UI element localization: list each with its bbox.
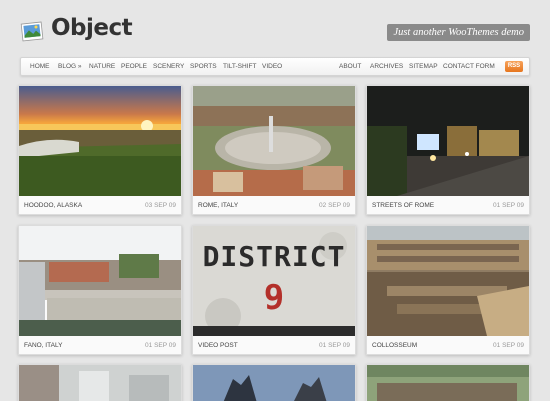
nav-blog[interactable]: BLOG »	[58, 58, 81, 75]
nav-home[interactable]: HOME	[30, 58, 50, 75]
nav-sports[interactable]: SPORTS	[190, 58, 217, 75]
post-meta: ROME, ITALY 02 SEP 09	[193, 197, 355, 215]
post-title[interactable]: ROME, ITALY	[198, 197, 238, 215]
post-meta: STREETS OF ROME 01 SEP 09	[367, 197, 529, 215]
post-thumbnail[interactable]: DISTRICT 9	[193, 226, 355, 336]
post-thumbnail[interactable]	[19, 365, 181, 401]
site-tagline: Just another WooThemes demo	[387, 24, 530, 41]
post-thumbnail[interactable]	[367, 365, 529, 401]
post-thumbnail[interactable]	[367, 86, 529, 196]
nav-scenery[interactable]: SCENERY	[153, 58, 184, 75]
post-meta: FANO, ITALY 01 SEP 09	[19, 337, 181, 355]
post-meta: COLLOSSEUM 01 SEP 09	[367, 337, 529, 355]
post-title[interactable]: COLLOSSEUM	[372, 337, 417, 355]
post-title[interactable]: HOODOO, ALASKA	[24, 197, 82, 215]
nav-contact-form[interactable]: CONTACT FORM	[443, 58, 495, 75]
post-thumbnail[interactable]	[19, 226, 181, 336]
post-thumbnail[interactable]	[19, 86, 181, 196]
post-card	[192, 364, 356, 401]
main-nav: HOME BLOG » NATURE PEOPLE SCENERY SPORTS…	[20, 57, 530, 76]
post-title[interactable]: STREETS OF ROME	[372, 197, 434, 215]
post-date: 01 SEP 09	[319, 342, 350, 349]
post-date: 02 SEP 09	[319, 202, 350, 209]
photo-logo-icon[interactable]	[20, 20, 44, 42]
post-meta: VIDEO POST 01 SEP 09	[193, 337, 355, 355]
nav-tilt-shift[interactable]: TILT-SHIFT	[223, 58, 256, 75]
site-title[interactable]: Object	[51, 15, 133, 41]
post-title[interactable]: VIDEO POST	[198, 337, 238, 355]
post-thumbnail[interactable]	[367, 226, 529, 336]
nav-archives[interactable]: ARCHIVES	[370, 58, 403, 75]
post-card: HOODOO, ALASKA 03 SEP 09	[18, 85, 182, 215]
post-card	[18, 364, 182, 401]
post-meta: HOODOO, ALASKA 03 SEP 09	[19, 197, 181, 215]
post-card: COLLOSSEUM 01 SEP 09	[366, 225, 530, 355]
site-header: Object Just another WooThemes demo	[0, 0, 550, 56]
nav-people[interactable]: PEOPLE	[121, 58, 147, 75]
post-card	[366, 364, 530, 401]
nav-about[interactable]: ABOUT	[339, 58, 361, 75]
post-date: 01 SEP 09	[145, 342, 176, 349]
post-date: 01 SEP 09	[493, 202, 524, 209]
poster-number-text: 9	[263, 278, 285, 318]
post-date: 03 SEP 09	[145, 202, 176, 209]
post-date: 01 SEP 09	[493, 342, 524, 349]
rss-button[interactable]: RSS	[505, 61, 523, 72]
post-card: STREETS OF ROME 01 SEP 09	[366, 85, 530, 215]
post-thumbnail[interactable]	[193, 365, 355, 401]
poster-title-text: DISTRICT	[202, 240, 346, 273]
post-card: DISTRICT 9 VIDEO POST 01 SEP 09	[192, 225, 356, 355]
nav-nature[interactable]: NATURE	[89, 58, 115, 75]
post-title[interactable]: FANO, ITALY	[24, 337, 62, 355]
post-card: ROME, ITALY 02 SEP 09	[192, 85, 356, 215]
post-thumbnail[interactable]	[193, 86, 355, 196]
post-card: FANO, ITALY 01 SEP 09	[18, 225, 182, 355]
nav-video[interactable]: VIDEO	[262, 58, 282, 75]
nav-sitemap[interactable]: SITEMAP	[409, 58, 438, 75]
